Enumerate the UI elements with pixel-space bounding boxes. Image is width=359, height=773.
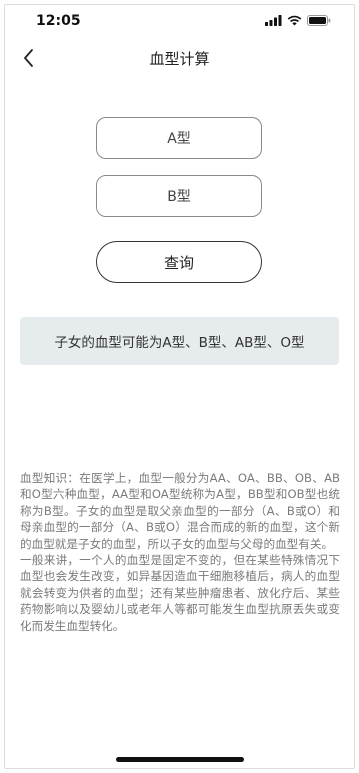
nav-bar: 血型计算: [0, 40, 359, 76]
page-title: 血型计算: [149, 50, 210, 68]
status-time: 12:05: [36, 13, 81, 29]
home-indicator: [116, 757, 244, 762]
status-bar: 12:05: [0, 0, 359, 44]
query-button[interactable]: 查询: [96, 241, 262, 283]
knowledge-paragraph: 血型知识：在医学上，血型一般分为AA、OA、BB、OB、AB和O型六种血型，AA…: [20, 471, 340, 551]
query-button-label: 查询: [163, 253, 194, 272]
father-blood-type-select[interactable]: A型: [96, 117, 262, 159]
mother-blood-type-select[interactable]: B型: [96, 175, 262, 217]
father-blood-type-value: A型: [167, 131, 191, 147]
wifi-icon: [287, 15, 302, 26]
mother-blood-type-value: B型: [167, 189, 191, 205]
result-text: 子女的血型可能为A型、B型、AB型、O型: [54, 335, 305, 351]
signal-icon: [265, 15, 282, 26]
blood-type-knowledge: 血型知识：在医学上，血型一般分为AA、OA、BB、OB、AB和O型六种血型，AA…: [20, 470, 340, 634]
result-panel: 子女的血型可能为A型、B型、AB型、O型: [20, 317, 339, 365]
status-icons: [265, 15, 331, 26]
battery-icon: [307, 15, 331, 26]
knowledge-paragraph: 一般来讲，一个人的血型是固定不变的，但在某些特殊情况下血型也会发生改变，如异基因…: [20, 553, 340, 633]
